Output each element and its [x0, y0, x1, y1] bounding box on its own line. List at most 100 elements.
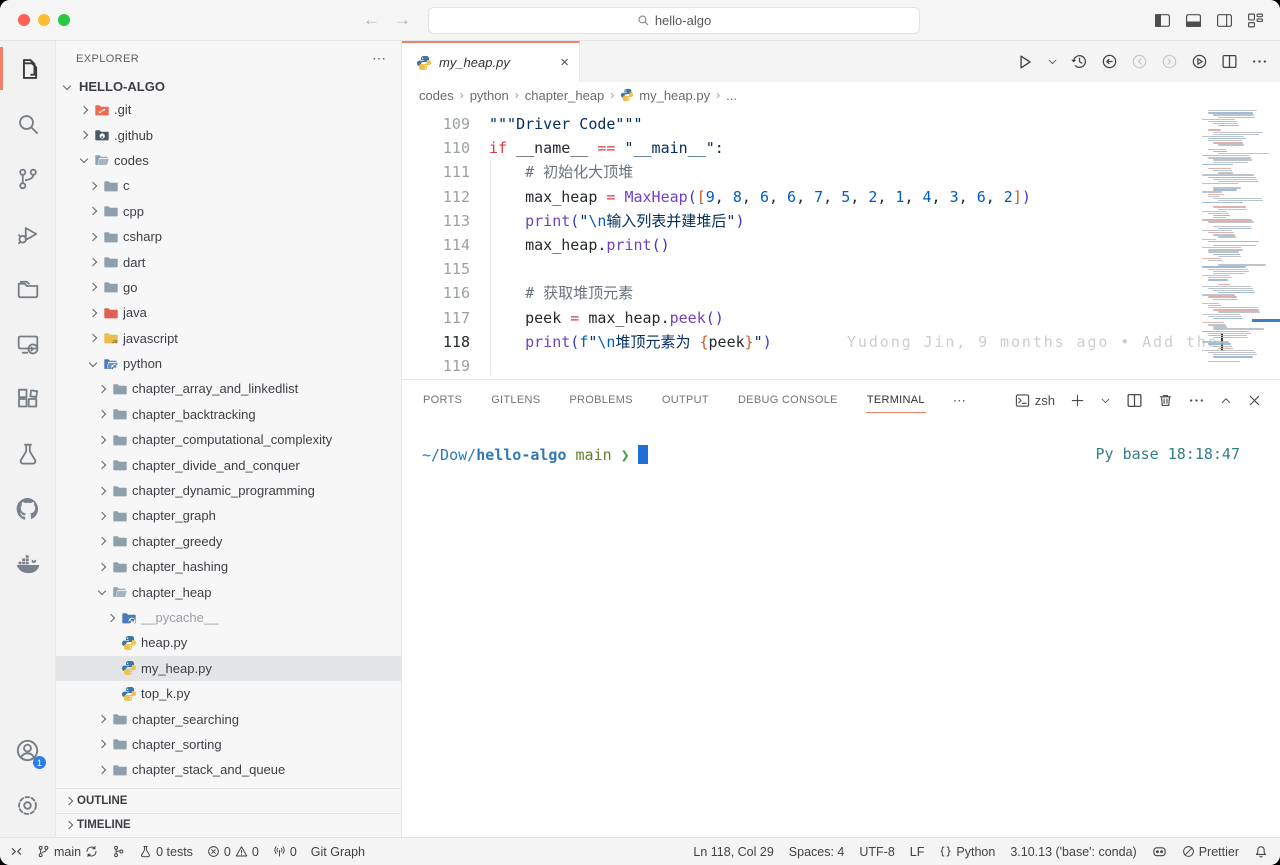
activity-item-settings[interactable]	[0, 778, 55, 833]
terminal[interactable]: ~/Dow/hello-algo main ❯ Py base 18:18:47	[402, 421, 1280, 837]
status-python-interpreter[interactable]: 3.10.13 ('base': conda)	[1010, 845, 1136, 859]
tree-item-cpp[interactable]: cpp	[56, 199, 401, 224]
tree-item-my-heap-py[interactable]: my_heap.py	[56, 656, 401, 681]
split-terminal[interactable]	[1126, 392, 1143, 409]
tree-item--git[interactable]: .git	[56, 97, 401, 122]
code-line-114[interactable]: 114 max_heap.print()	[402, 233, 1200, 257]
tree-item-csharp[interactable]: csharp	[56, 224, 401, 249]
history-icon[interactable]	[1071, 53, 1088, 70]
tree-item-chapter-backtracking[interactable]: chapter_backtracking	[56, 402, 401, 427]
minimize-window-button[interactable]	[38, 14, 50, 26]
tree-item-chapter-graph[interactable]: chapter_graph	[56, 503, 401, 528]
tree-item-chapter-heap[interactable]: chapter_heap	[56, 579, 401, 604]
code-editor[interactable]: 109"""Driver Code"""110if __name__ == "_…	[402, 108, 1280, 379]
code-line-110[interactable]: 110if __name__ == "__main__":	[402, 136, 1200, 160]
prev-change-icon[interactable]	[1131, 53, 1148, 70]
tree-item-java[interactable]: java	[56, 300, 401, 325]
panel-tab-problems[interactable]: PROBLEMS	[568, 389, 634, 412]
tree-root-hello-algo[interactable]: HELLO-ALGO	[56, 76, 401, 97]
navigate-forward-icon[interactable]: →	[394, 10, 411, 30]
explorer-more-actions-button[interactable]: ⋯	[372, 50, 387, 67]
tree-item--pycache-[interactable]: __pycache__	[56, 605, 401, 630]
breadcrumb-item[interactable]: ...	[726, 88, 737, 103]
activity-item-run-and-debug[interactable]	[0, 206, 55, 261]
panel-tabs-more-button[interactable]: ⋯	[953, 393, 967, 409]
close-tab-icon[interactable]: ×	[560, 54, 569, 71]
maximize-panel[interactable]	[1220, 395, 1232, 407]
tree-item-codes[interactable]: codes	[56, 148, 401, 173]
minimap[interactable]	[1200, 108, 1280, 379]
ellipsis-icon[interactable]	[1251, 53, 1268, 70]
status-test-status[interactable]: 0 tests	[139, 845, 193, 859]
panel-tab-terminal[interactable]: TERMINAL	[866, 389, 926, 413]
customize-layout-icon[interactable]	[1247, 12, 1264, 29]
toggle-secondary-sidebar-icon[interactable]	[1216, 12, 1233, 29]
activity-item-folder-library[interactable]	[0, 261, 55, 316]
tree-item-dart[interactable]: dart	[56, 249, 401, 274]
new-terminal[interactable]	[1070, 393, 1085, 408]
zoom-window-button[interactable]	[58, 14, 70, 26]
status-copilot[interactable]	[1152, 844, 1167, 859]
tree-item-chapter-sorting[interactable]: chapter_sorting	[56, 732, 401, 757]
run-menu-icon[interactable]	[1191, 53, 1208, 70]
tree-item-python[interactable]: python	[56, 351, 401, 376]
search-input[interactable]: hello-algo	[428, 7, 920, 34]
tree-item-javascript[interactable]: JSjavascript	[56, 326, 401, 351]
status-prettier[interactable]: Prettier	[1182, 845, 1239, 859]
activity-item-accounts[interactable]: 1	[0, 723, 55, 778]
terminal-dropdown[interactable]	[1100, 395, 1111, 406]
activity-item-search[interactable]	[0, 96, 55, 151]
open-changes-icon[interactable]	[1101, 53, 1118, 70]
toggle-primary-sidebar-icon[interactable]	[1154, 12, 1171, 29]
code-line-117[interactable]: 117 peek = max_heap.peek()	[402, 306, 1200, 330]
tree-item-top-k-py[interactable]: top_k.py	[56, 681, 401, 706]
run-icon[interactable]	[1016, 53, 1034, 71]
breadcrumb-item[interactable]: codes	[419, 88, 454, 103]
panel-tab-output[interactable]: OUTPUT	[661, 389, 710, 412]
code-line-111[interactable]: 111 # 初始化大顶堆	[402, 160, 1200, 184]
navigate-back-icon[interactable]: ←	[363, 10, 380, 30]
status-branch-status[interactable]: main	[37, 845, 98, 859]
status-cursor-position[interactable]: Ln 118, Col 29	[693, 845, 773, 859]
code-line-109[interactable]: 109"""Driver Code"""	[402, 112, 1200, 136]
tree-item-chapter-array-and-linkedlist[interactable]: chapter_array_and_linkedlist	[56, 376, 401, 401]
status-eol[interactable]: LF	[910, 845, 925, 859]
close-panel[interactable]	[1247, 393, 1262, 408]
code-line-115[interactable]: 115	[402, 257, 1200, 281]
activity-item-extensions[interactable]	[0, 371, 55, 426]
tab-my-heap[interactable]: my_heap.py ×	[402, 41, 580, 82]
status-ports-status[interactable]: 0	[273, 845, 297, 859]
code-line-116[interactable]: 116 # 获取堆顶元素	[402, 281, 1200, 305]
tree-item-c[interactable]: c	[56, 173, 401, 198]
tree-item-chapter-computational-complexity[interactable]: chapter_computational_complexity	[56, 427, 401, 452]
status-indentation[interactable]: Spaces: 4	[789, 845, 845, 859]
kill-terminal[interactable]	[1158, 393, 1173, 408]
status-notifications[interactable]	[1254, 845, 1268, 859]
close-window-button[interactable]	[18, 14, 30, 26]
activity-item-source-control[interactable]	[0, 151, 55, 206]
activity-item-docker[interactable]	[0, 536, 55, 591]
next-change-icon[interactable]	[1161, 53, 1178, 70]
panel-tab-debug-console[interactable]: DEBUG CONSOLE	[737, 389, 839, 412]
toggle-panel-icon[interactable]	[1185, 12, 1202, 29]
status-git-graph-label[interactable]: Git Graph	[311, 845, 365, 859]
tree-item-chapter-hashing[interactable]: chapter_hashing	[56, 554, 401, 579]
code-line-112[interactable]: 112 max_heap = MaxHeap([9, 8, 6, 6, 7, 5…	[402, 185, 1200, 209]
status-language-mode[interactable]: Python	[939, 845, 995, 859]
status-remote-indicator[interactable]	[10, 845, 23, 858]
sidebar-section-timeline[interactable]: TIMELINE	[56, 813, 401, 838]
chev-down-sm-icon[interactable]	[1047, 56, 1058, 67]
tree-item-chapter-dynamic-programming[interactable]: chapter_dynamic_programming	[56, 478, 401, 503]
tree-item--github[interactable]: .github	[56, 122, 401, 147]
status-problems-status[interactable]: 00	[207, 845, 259, 859]
tree-item-chapter-greedy[interactable]: chapter_greedy	[56, 529, 401, 554]
panel-more[interactable]	[1188, 392, 1205, 409]
code-line-119[interactable]: 119	[402, 354, 1200, 378]
split-editor-icon[interactable]	[1221, 53, 1238, 70]
breadcrumb-item[interactable]: python	[470, 88, 509, 103]
status-git-graph-button[interactable]	[112, 845, 125, 858]
tree-item-heap-py[interactable]: heap.py	[56, 630, 401, 655]
tree-item-chapter-divide-and-conquer[interactable]: chapter_divide_and_conquer	[56, 452, 401, 477]
status-encoding[interactable]: UTF-8	[859, 845, 894, 859]
activity-item-testing[interactable]	[0, 426, 55, 481]
